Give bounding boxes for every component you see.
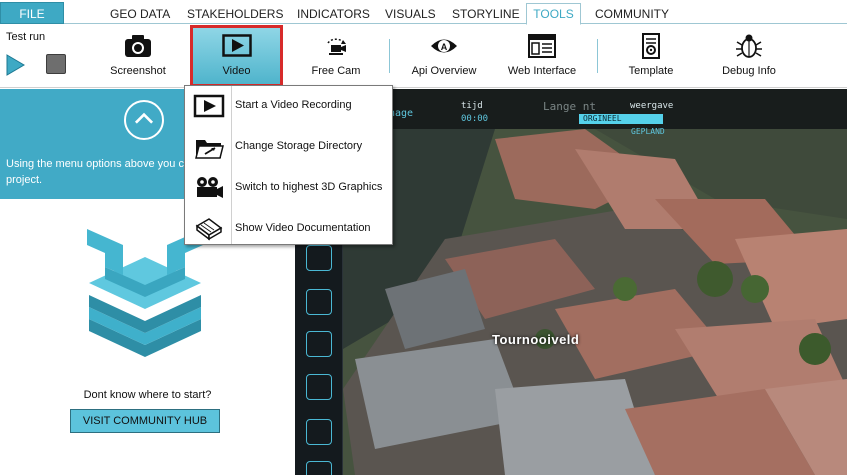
visit-community-hub-button[interactable]: VISIT COMMUNITY HUB bbox=[70, 409, 220, 433]
tab-storyline[interactable]: STORYLINE bbox=[446, 4, 526, 24]
chevron-up-icon[interactable] bbox=[124, 100, 164, 140]
svg-text:A: A bbox=[441, 42, 448, 52]
stop-button[interactable] bbox=[46, 54, 66, 74]
tools-toolbar: Test run Screenshot Video Free Cam A Api… bbox=[0, 25, 847, 88]
tijd-label: tijd bbox=[461, 101, 483, 111]
menu-item-start-recording[interactable]: Start a Video Recording bbox=[185, 86, 392, 127]
video-icon bbox=[221, 34, 252, 57]
overlay-bar: hage tijd 00:00 Lange nt weergave ORGINE… bbox=[343, 89, 847, 136]
weergave-label: weergave bbox=[630, 101, 674, 111]
toolbar-divider bbox=[389, 39, 390, 73]
building-icon[interactable] bbox=[306, 461, 332, 475]
play-box-icon bbox=[193, 94, 225, 118]
free-cam-label: Free Cam bbox=[311, 65, 361, 77]
screenshot-button[interactable]: Screenshot bbox=[105, 25, 171, 87]
web-interface-label: Web Interface bbox=[507, 65, 577, 77]
option-orgineel[interactable]: ORGINEEL bbox=[579, 114, 663, 124]
menu-item-label: Switch to highest 3D Graphics bbox=[235, 181, 383, 193]
option-gepland[interactable]: GEPLAND bbox=[631, 127, 665, 136]
street-label: Lange nt bbox=[543, 100, 596, 113]
browser-window-icon bbox=[528, 34, 556, 58]
tab-indicators[interactable]: INDICATORS bbox=[291, 4, 376, 24]
tijd-value: 00:00 bbox=[461, 114, 489, 124]
api-overview-button[interactable]: A Api Overview bbox=[404, 25, 484, 87]
toolbar-divider bbox=[597, 39, 598, 73]
web-interface-button[interactable]: Web Interface bbox=[502, 25, 582, 87]
template-document-icon bbox=[642, 33, 660, 59]
template-button[interactable]: Template bbox=[615, 25, 687, 87]
eye-icon: A bbox=[431, 39, 457, 53]
tab-stakeholders[interactable]: STAKEHOLDERS bbox=[181, 4, 289, 24]
template-label: Template bbox=[628, 65, 674, 77]
free-cam-button[interactable]: Free Cam bbox=[303, 25, 369, 87]
debug-info-button[interactable]: Debug Info bbox=[714, 25, 784, 87]
menu-item-change-storage[interactable]: Change Storage Directory bbox=[185, 127, 392, 168]
api-overview-label: Api Overview bbox=[411, 65, 477, 77]
menu-item-video-documentation[interactable]: Show Video Documentation bbox=[185, 209, 392, 250]
tab-geo-data[interactable]: GEO DATA bbox=[104, 4, 176, 24]
file-menu-button[interactable]: FILE bbox=[0, 2, 64, 24]
film-camera-icon bbox=[197, 177, 223, 198]
tree-icon[interactable] bbox=[306, 289, 332, 315]
bug-icon bbox=[736, 34, 762, 58]
document-icon[interactable] bbox=[306, 419, 332, 445]
video-button[interactable]: Video bbox=[190, 25, 283, 87]
camera-icon bbox=[125, 35, 151, 57]
tab-visuals[interactable]: VISUALS bbox=[379, 4, 442, 24]
tab-tools[interactable]: TOOLS bbox=[526, 3, 581, 25]
video-label: Video bbox=[222, 65, 251, 77]
play-icon[interactable] bbox=[4, 53, 26, 77]
video-dropdown-menu: Start a Video Recording Change Storage D… bbox=[184, 85, 393, 245]
free-cam-icon bbox=[327, 38, 346, 55]
menu-item-highest-graphics[interactable]: Switch to highest 3D Graphics bbox=[185, 168, 392, 209]
test-run-label: Test run bbox=[6, 31, 46, 43]
book-icon bbox=[195, 218, 223, 241]
place-label: Tournooiveld bbox=[492, 332, 580, 347]
screenshot-label: Screenshot bbox=[110, 65, 166, 77]
menu-item-label: Change Storage Directory bbox=[235, 140, 363, 152]
folder-icon bbox=[195, 140, 224, 159]
menu-item-label: Start a Video Recording bbox=[235, 99, 352, 111]
debug-info-label: Debug Info bbox=[722, 65, 776, 77]
main-menu-bar: FILE GEO DATA STAKEHOLDERS INDICATORS VI… bbox=[0, 0, 847, 25]
chat-icon[interactable] bbox=[306, 331, 332, 357]
menu-item-label: Show Video Documentation bbox=[235, 222, 371, 234]
layers-icon[interactable] bbox=[306, 374, 332, 400]
tab-community[interactable]: COMMUNITY bbox=[589, 4, 675, 24]
help-text: Dont know where to start? bbox=[83, 389, 212, 401]
